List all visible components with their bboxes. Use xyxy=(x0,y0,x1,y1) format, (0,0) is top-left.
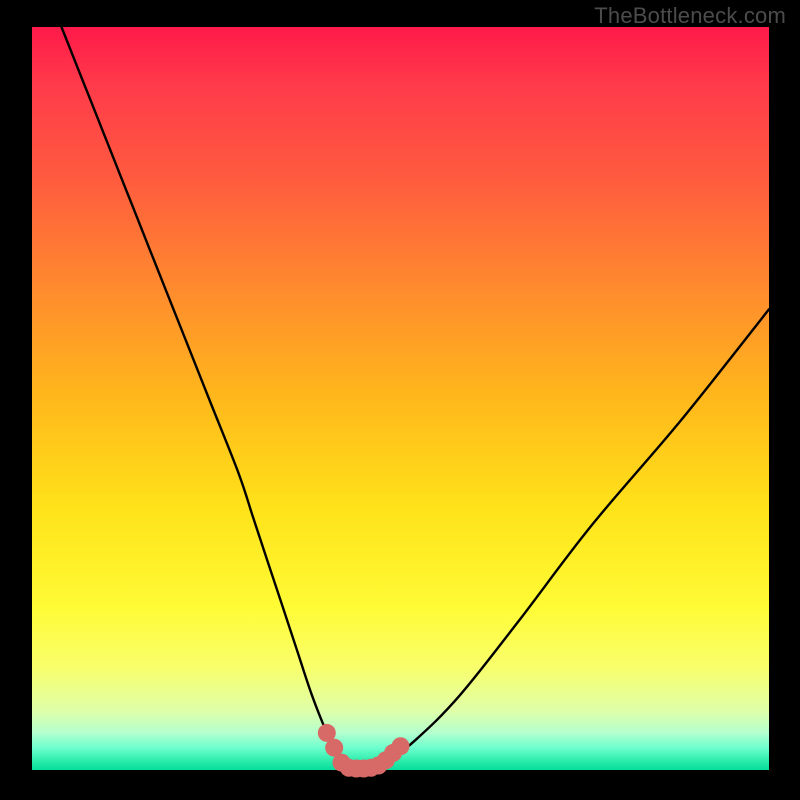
watermark-text: TheBottleneck.com xyxy=(594,3,786,29)
plot-background xyxy=(32,27,769,770)
chart-canvas: TheBottleneck.com xyxy=(0,0,800,800)
